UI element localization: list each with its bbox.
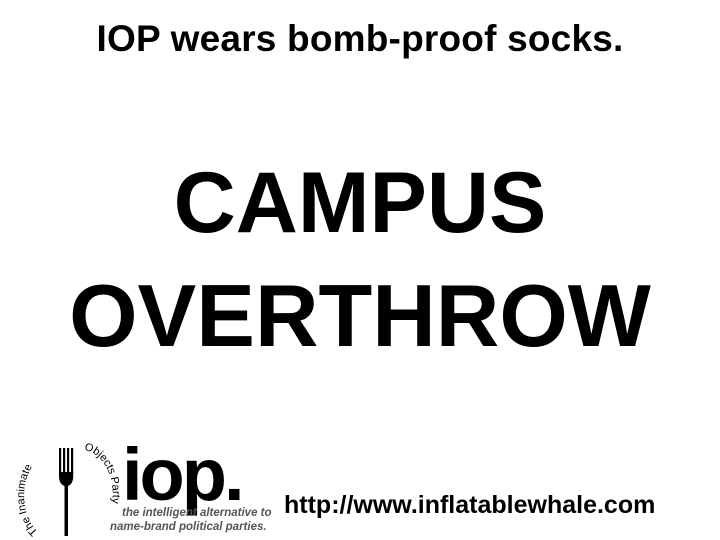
seal-text-right: Objects Party [83,441,122,505]
logo-subline-1: the intelligent alternative to [122,507,272,519]
headline-line-2: OVERTHROW [69,266,651,365]
iop-wordmark: iop. [122,433,245,516]
headline-line-1: CAMPUS [173,155,547,251]
website-url: http://www.inflatablewhale.com [284,491,656,519]
logo-subline-2: name-brand political parties. [110,521,267,533]
seal-text-left: The Inanimate [15,462,40,538]
svg-text:The Inanimate: The Inanimate [15,462,40,538]
fork-icon [59,448,74,536]
svg-text:Objects Party: Objects Party [83,441,122,505]
tagline: IOP wears bomb-proof socks. [96,18,624,59]
party-seal-logo: The Inanimate Objects Party [4,440,124,540]
